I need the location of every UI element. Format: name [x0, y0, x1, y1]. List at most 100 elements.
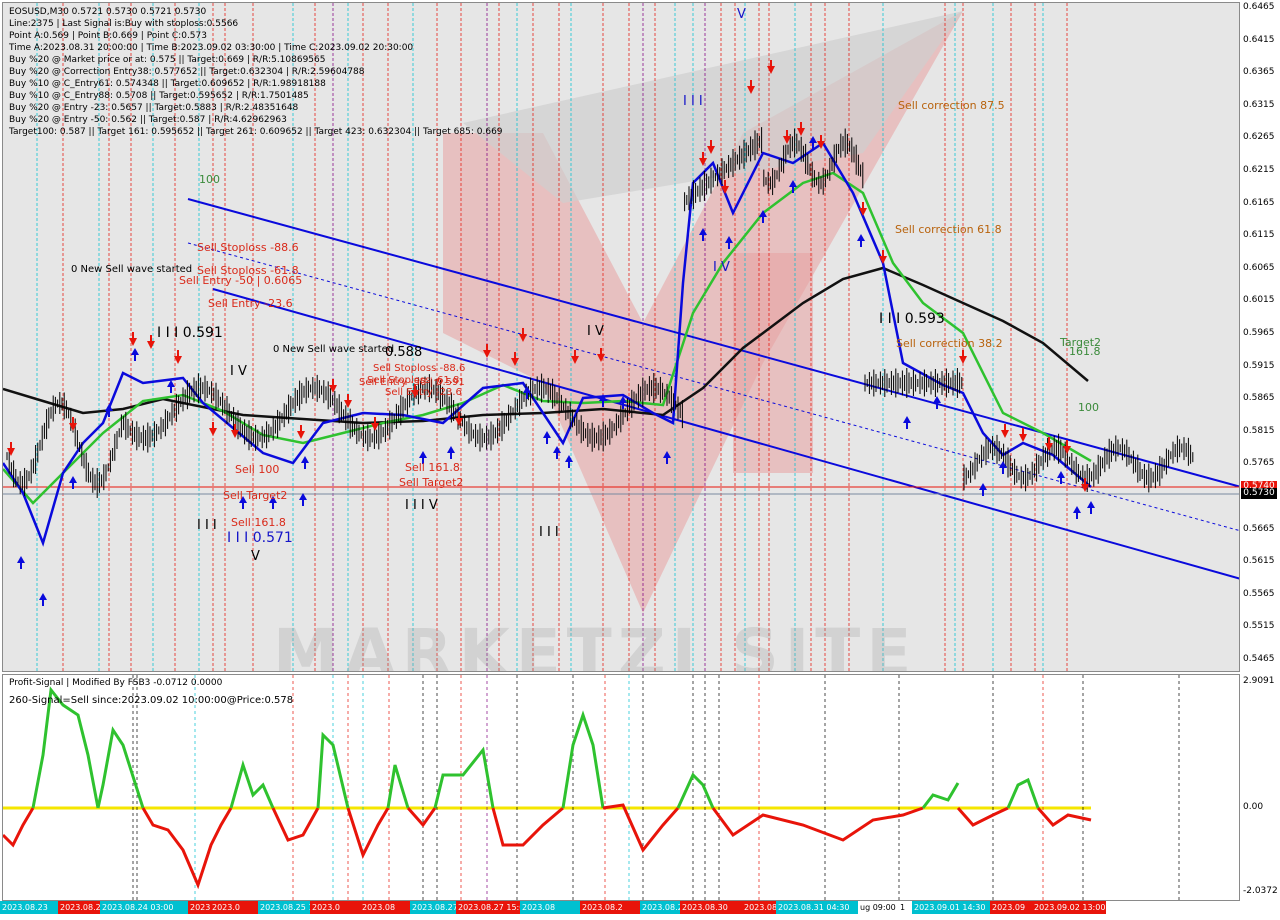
target-1618-label: 161.8 — [1069, 345, 1101, 358]
osc-red-10 — [1036, 807, 1092, 827]
buy-arrow-icon — [419, 451, 427, 458]
current-price-tag-black: 0.5730 — [1241, 488, 1277, 499]
date-tick: 2023.08.27 — [410, 901, 458, 914]
price-axis-tick: 0.5915 — [1243, 360, 1275, 371]
level-100-label: 100 — [199, 173, 220, 186]
info-line-9: Buy %20 @ Entry -50: 0.562 || Target:0.5… — [9, 115, 287, 125]
sell-correction-875-label: Sell correction 87.5 — [898, 99, 1005, 112]
osc-green-2 — [96, 726, 145, 809]
sell-arrow-icon — [69, 423, 77, 431]
date-tick: 2023.08.24 03:00 — [100, 901, 190, 914]
info-line-1: Line:2375 | Last Signal is:Buy with stop… — [9, 19, 239, 29]
trading-chart: EOSUSD,M30 0.5721 0.5730 0.5721 0.5730 L… — [0, 0, 1280, 920]
buy-arrow-icon — [1057, 471, 1065, 478]
info-line-7: Buy %10 @ C_Entry88: 0.5708 || Target:0.… — [9, 91, 309, 101]
stoploss-mid-label: Sell Stoploss -88.6 — [373, 363, 466, 374]
buy-arrow-icon — [105, 404, 113, 411]
sell-target2-mid-label: Sell Target2 — [399, 476, 464, 489]
sell-arrow-icon — [344, 400, 352, 408]
wave-v-top-label: V — [737, 7, 746, 22]
osc-red-2 — [141, 807, 233, 890]
osc-green-10 — [1006, 777, 1040, 809]
buy-arrow-icon — [543, 431, 551, 438]
date-tick: 2023.08.25 13 — [258, 901, 312, 914]
osc-green-6 — [433, 746, 495, 809]
buy-arrow-icon — [933, 396, 941, 403]
wave-iiiv-label: I I I V — [405, 498, 438, 513]
price-axis-tick: 0.6015 — [1243, 295, 1275, 306]
osc-red-4 — [346, 807, 390, 859]
date-tick: 2023.08.30 — [680, 901, 744, 914]
wave-0571-label: I I I 0.571 — [227, 530, 293, 546]
info-line-3: Time A:2023.08.31 20:00:00 | Time B:2023… — [9, 43, 414, 53]
date-tick: 2023.08.29 — [640, 901, 682, 914]
price-axis-tick: 0.5615 — [1243, 556, 1275, 567]
price-axis-tick: 0.6265 — [1243, 132, 1275, 143]
osc-green-1 — [31, 686, 100, 809]
new-wave-label-2: 0 New Sell wave started — [273, 344, 395, 355]
price-axis-tick: 0.5765 — [1243, 458, 1275, 469]
sell-correction-382-label: Sell correction 38.2 — [896, 337, 1003, 350]
entry-236-label: Sell Entry -23.6 — [208, 297, 293, 310]
osc-red-3 — [271, 807, 320, 842]
sell-arrow-icon — [1001, 430, 1009, 438]
sell-arrow-icon — [879, 256, 887, 264]
wave-0588-label: 0.588 — [385, 345, 423, 360]
buy-arrow-icon — [69, 476, 77, 483]
osc-red-7 — [602, 803, 680, 853]
date-tick: 2023.08.2 — [580, 901, 640, 914]
indicator-panel[interactable]: Profit-Signal | Modified By FSB3 -0.0712… — [2, 674, 1240, 901]
ind-axis-top-val: 2.9091 — [1243, 676, 1275, 686]
price-axis-tick: 0.6215 — [1243, 165, 1275, 175]
price-axis-tick: 0.6315 — [1243, 99, 1275, 110]
buy-arrow-icon — [39, 593, 47, 600]
indicator-canvas[interactable] — [3, 675, 1240, 901]
price-chart-panel[interactable]: EOSUSD,M30 0.5721 0.5730 0.5721 0.5730 L… — [2, 2, 1240, 672]
sell-arrow-icon — [297, 431, 305, 439]
wave-0593-label: I I I 0.593 — [879, 311, 945, 327]
sell-target2-left-label: Sell Target2 — [223, 489, 288, 502]
date-tick: 2023.0 — [210, 901, 260, 914]
entry-50-label: Sell Entry -50 | 0.6065 — [179, 274, 303, 287]
price-axis-tick: 0.5565 — [1243, 588, 1275, 599]
date-tick: ug 09:00 — [858, 901, 900, 914]
entry-236-mid-label: Sell Entry -23.6 — [385, 387, 462, 398]
info-line-4: Buy %20 @ Market price or at: 0.575 || T… — [9, 55, 326, 65]
buy-arrow-icon — [903, 416, 911, 423]
ind-axis-zero-val: 0.00 — [1243, 802, 1264, 812]
buy-arrow-icon — [1073, 506, 1081, 513]
date-tick: 2023.09.02 13:00 — [1032, 901, 1106, 914]
price-axis-tick: 0.6365 — [1243, 67, 1275, 78]
osc-red-9 — [956, 806, 1009, 827]
price-axis-tick: 0.5665 — [1243, 523, 1275, 534]
sell-arrow-icon — [1019, 434, 1027, 442]
date-tick: 2023.0 — [188, 901, 212, 914]
buy-arrow-icon — [553, 446, 561, 453]
osc-green-7 — [561, 710, 605, 809]
ind-axis-bottom-val: -2.0372 — [1243, 886, 1278, 896]
price-axis-tick: 0.6065 — [1243, 262, 1275, 273]
symbol-line: EOSUSD,M30 0.5721 0.5730 0.5721 0.5730 — [9, 7, 207, 17]
buy-arrow-icon — [447, 446, 455, 453]
wave-iii-top-label: I I I — [683, 94, 703, 109]
price-axis-tick: 0.6165 — [1243, 197, 1275, 208]
osc-red-1 — [3, 807, 35, 848]
buy-arrow-icon — [1087, 501, 1095, 508]
price-axis-tick: 0.5815 — [1243, 425, 1275, 436]
wave-iv-right-label: I V — [713, 260, 730, 275]
osc-green-9 — [921, 782, 960, 809]
buy-arrow-icon — [131, 348, 139, 355]
sell-correction-618-label: Sell correction 61.8 — [895, 223, 1002, 236]
indicator-title: Profit-Signal | Modified By FSB3 -0.0712… — [9, 678, 223, 688]
watermark-text: MARKETZI SITE — [273, 615, 918, 672]
osc-red-5 — [406, 807, 437, 828]
info-line-2: Point A:0.569 | Point B:0.669 | Point C:… — [9, 31, 207, 41]
price-axis-tick: 0.6465 — [1243, 2, 1275, 12]
wave-iv-mid-label: I V — [587, 324, 604, 339]
wave-iv-left-label: I V — [230, 364, 247, 379]
stoploss-886-label: Sell Stoploss -88.6 — [197, 241, 299, 254]
osc-green-3 — [229, 759, 275, 809]
sell-arrow-icon — [959, 356, 967, 364]
wave-iii-left-label: I I I — [197, 518, 217, 533]
info-line-5: Buy %20 @ Correction Entry38: 0.577652 |… — [9, 67, 365, 77]
